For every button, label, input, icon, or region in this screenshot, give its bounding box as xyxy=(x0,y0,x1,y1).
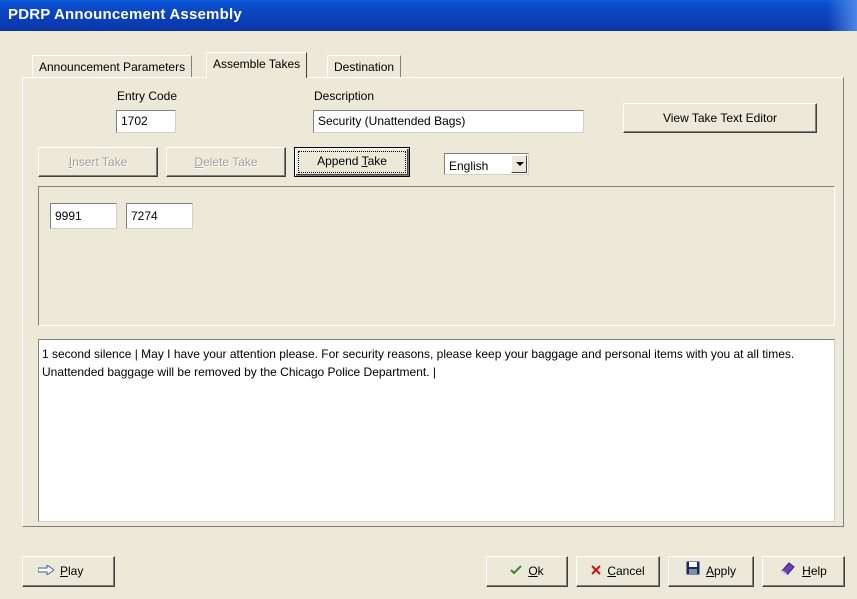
button-label-post: ake xyxy=(367,154,387,168)
insert-take-button[interactable]: Insert Take xyxy=(38,147,158,177)
tab-label: Assemble Takes xyxy=(213,57,301,71)
apply-button[interactable]: Apply xyxy=(668,556,754,587)
title-bar[interactable]: PDRP Announcement Assembly xyxy=(0,0,857,31)
description-label: Description xyxy=(314,89,375,103)
title-bar-corner xyxy=(827,0,857,31)
button-label-accel: O xyxy=(528,564,538,578)
focus-rect: Append Take xyxy=(298,151,406,173)
button-label-accel: A xyxy=(705,564,714,578)
take-box[interactable]: 7274 xyxy=(126,203,193,229)
cancel-button[interactable]: Cancel xyxy=(576,556,660,587)
help-button[interactable]: Help xyxy=(762,556,845,587)
append-take-button[interactable]: Append Take xyxy=(294,147,410,177)
description-field[interactable]: Security (Unattended Bags) xyxy=(313,110,584,133)
language-select-value: English xyxy=(449,159,489,173)
entry-code-field[interactable]: 1702 xyxy=(116,110,176,133)
view-take-text-editor-button[interactable]: View Take Text Editor xyxy=(623,103,817,133)
language-select[interactable]: English xyxy=(444,153,529,175)
play-button[interactable]: Play xyxy=(22,556,115,587)
button-label-post: elp xyxy=(810,564,827,578)
tab-destination[interactable]: Destination xyxy=(327,55,402,77)
button-label-post: lay xyxy=(68,564,84,578)
x-icon xyxy=(591,557,602,585)
tab-label: Announcement Parameters xyxy=(39,60,186,74)
help-book-icon xyxy=(780,557,796,585)
take-text: 1 second silence | May I have your atten… xyxy=(42,347,795,379)
tab-label: Destination xyxy=(334,60,395,74)
button-label-post: ancel xyxy=(615,564,645,578)
button-label-post: elete Take xyxy=(203,155,258,169)
take-box[interactable]: 9991 xyxy=(50,203,117,229)
button-label-post: nsert Take xyxy=(72,155,128,169)
window-title: PDRP Announcement Assembly xyxy=(8,6,242,23)
delete-take-button[interactable]: Delete Take xyxy=(166,147,286,177)
take-text-area[interactable]: 1 second silence | May I have your atten… xyxy=(38,339,835,522)
chevron-down-icon[interactable] xyxy=(511,155,527,173)
button-label-post: pply xyxy=(714,564,737,578)
ok-button[interactable]: Ok xyxy=(486,556,568,587)
button-label-pre: Append xyxy=(317,154,362,168)
button-label-accel: C xyxy=(607,564,616,578)
checkmark-icon xyxy=(510,557,523,585)
button-label-accel: P xyxy=(60,564,69,578)
button-label-accel: D xyxy=(194,155,204,169)
button-label-accel: H xyxy=(802,564,811,578)
entry-code-label: Entry Code xyxy=(117,89,178,103)
arrow-right-icon xyxy=(37,557,55,585)
button-label-post: k xyxy=(537,564,544,578)
button-label: View Take Text Editor xyxy=(662,111,778,125)
floppy-disk-icon xyxy=(686,557,700,585)
tab-assemble-takes[interactable]: Assemble Takes xyxy=(206,52,308,78)
tab-announcement-parameters[interactable]: Announcement Parameters xyxy=(32,55,193,77)
